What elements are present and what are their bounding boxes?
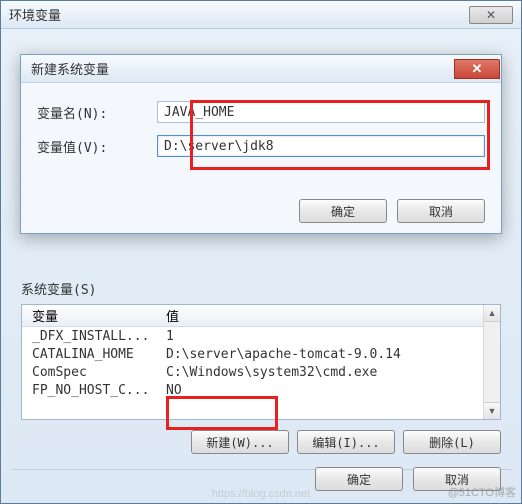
system-variables-section: 系统变量(S) 变量 值 _DFX_INSTALL... 1 CATALINA_… [21,279,501,454]
cell-val: NO [162,383,500,398]
cell-val: C:\Windows\system32\cmd.exe [162,365,500,380]
vertical-scrollbar[interactable]: ▲ ▼ [483,305,500,419]
variable-value-label: 变量值(V): [37,137,157,156]
column-variable[interactable]: 变量 [22,306,162,325]
outer-titlebar: 环境变量 ✕ [1,1,521,29]
watermark-csdn: https://blog.csdn.net [212,488,310,500]
cell-var: _DFX_INSTALL... [22,329,162,344]
variable-value-row: 变量值(V): [37,135,485,157]
cell-val: D:\server\apache-tomcat-9.0.14 [162,347,500,362]
scroll-up-icon[interactable]: ▲ [484,305,500,322]
inner-dialog-title: 新建系统变量 [31,59,109,78]
cell-var: CATALINA_HOME [22,347,162,362]
close-icon: ✕ [472,61,483,77]
close-icon: ✕ [486,8,496,22]
cell-var: ComSpec [22,365,162,380]
list-body: _DFX_INSTALL... 1 CATALINA_HOME D:\serve… [22,327,500,399]
inner-ok-button[interactable]: 确定 [299,199,387,223]
inner-body: 变量名(N): 变量值(V): 确定 取消 [21,83,501,233]
cell-var: FP_NO_HOST_C... [22,383,162,398]
table-row[interactable]: ComSpec C:\Windows\system32\cmd.exe [22,363,500,381]
outer-ok-button[interactable]: 确定 [315,467,403,491]
variable-value-input[interactable] [157,135,485,157]
delete-button[interactable]: 删除(L) [403,430,501,454]
table-row[interactable]: FP_NO_HOST_C... NO [22,381,500,399]
outer-window-title: 环境变量 [9,5,61,24]
system-variables-label: 系统变量(S) [21,279,501,298]
inner-close-button[interactable]: ✕ [454,59,500,79]
table-row[interactable]: _DFX_INSTALL... 1 [22,327,500,345]
system-variables-list[interactable]: 变量 值 _DFX_INSTALL... 1 CATALINA_HOME D:\… [21,304,501,420]
inner-cancel-button[interactable]: 取消 [397,199,485,223]
variable-name-row: 变量名(N): [37,101,485,123]
variable-name-label: 变量名(N): [37,103,157,122]
list-header: 变量 值 [22,305,500,327]
outer-close-button[interactable]: ✕ [469,6,513,24]
table-row[interactable]: CATALINA_HOME D:\server\apache-tomcat-9.… [22,345,500,363]
watermark-51cto: @51CTO博客 [448,484,516,500]
inner-dialog-buttons: 确定 取消 [37,199,485,223]
scroll-down-icon[interactable]: ▼ [484,402,500,419]
cell-val: 1 [162,329,500,344]
variable-name-input[interactable] [157,101,485,123]
sysvars-buttons: 新建(W)... 编辑(I)... 删除(L) [21,430,501,454]
column-value[interactable]: 值 [162,306,500,325]
inner-titlebar: 新建系统变量 ✕ [21,55,501,83]
edit-button[interactable]: 编辑(I)... [297,430,395,454]
new-system-variable-dialog: 新建系统变量 ✕ 变量名(N): 变量值(V): 确定 取消 [20,54,502,234]
new-button[interactable]: 新建(W)... [191,430,289,454]
